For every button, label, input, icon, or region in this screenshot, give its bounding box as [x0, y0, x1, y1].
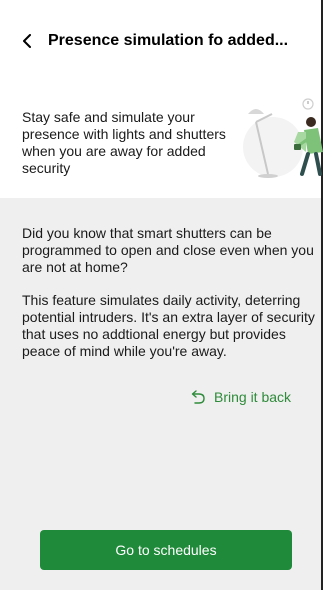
bring-it-back-link[interactable]: Bring it back: [190, 389, 291, 405]
intro-text: Stay safe and simulate your presence wit…: [22, 109, 226, 176]
info-paragraph-2: This feature simulates daily activity, d…: [22, 292, 315, 359]
go-to-schedules-button[interactable]: Go to schedules: [40, 530, 292, 570]
page-title: Presence simulation fo added...: [48, 32, 289, 49]
person-leaving-illustration: [243, 98, 323, 178]
chevron-left-icon: [23, 34, 31, 48]
bring-it-back-label: Bring it back: [214, 389, 292, 405]
intro-section: Stay safe and simulate your presence wit…: [0, 92, 323, 192]
header: Presence simulation fo added...: [0, 26, 321, 56]
info-paragraph-1: Did you know that smart shutters can be …: [22, 225, 314, 275]
arrow-back-icon: [191, 390, 205, 404]
back-button[interactable]: [16, 29, 40, 53]
presence-simulation-screen: Presence simulation fo added... Stay saf…: [0, 0, 323, 590]
